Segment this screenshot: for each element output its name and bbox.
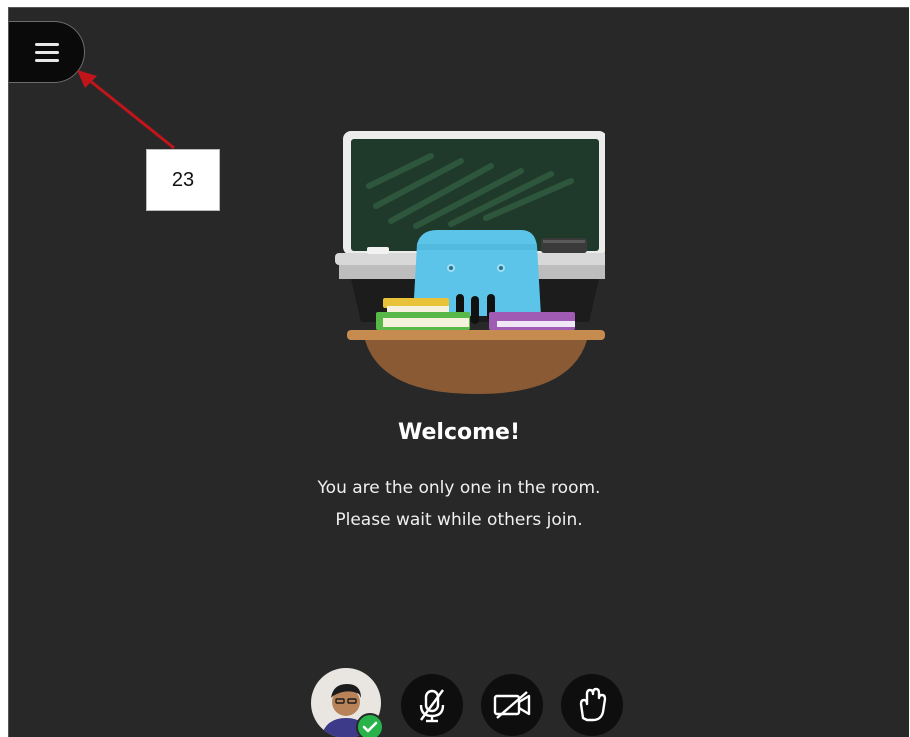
check-icon xyxy=(356,713,384,737)
microphone-muted-icon xyxy=(419,689,445,723)
welcome-title: Welcome! xyxy=(398,420,520,445)
camera-button[interactable] xyxy=(481,674,543,736)
menu-button[interactable] xyxy=(9,21,85,83)
hamburger-icon xyxy=(35,43,59,67)
welcome-message-line-2: Please wait while others join. xyxy=(335,510,583,530)
welcome-message-line-1: You are the only one in the room. xyxy=(317,478,601,498)
camera-off-icon xyxy=(493,691,531,719)
callout-label: 23 xyxy=(146,149,220,211)
session-room: 23 Welcome! You are the only one in the … xyxy=(8,7,909,737)
classroom-illustration xyxy=(335,131,605,394)
session-controls xyxy=(309,668,629,737)
raise-hand-icon xyxy=(579,687,607,722)
microphone-button[interactable] xyxy=(401,674,463,736)
raise-hand-button[interactable] xyxy=(561,674,623,736)
